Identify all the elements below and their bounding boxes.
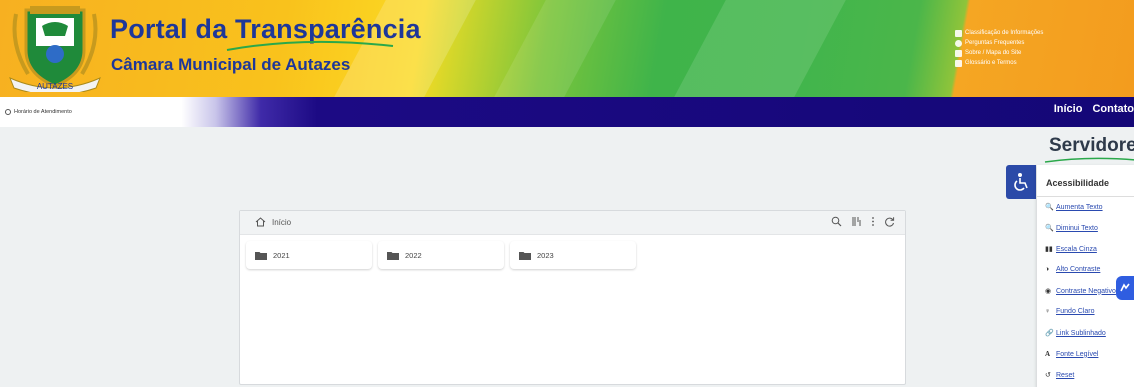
- question-icon: [955, 39, 962, 47]
- reset-icon: ↺: [1045, 372, 1051, 379]
- top-link-classificacao[interactable]: Classificação de Informações: [955, 28, 1043, 38]
- main-navbar: [0, 97, 1134, 127]
- logo-ribbon-text: AUTAZES: [37, 82, 73, 91]
- top-link-perguntas[interactable]: Perguntas Frequentes: [955, 38, 1043, 48]
- folder-2022[interactable]: 2022: [378, 241, 504, 269]
- zoom-in-icon: 🔍: [1045, 204, 1054, 211]
- nav-link-contato[interactable]: Contato: [1092, 103, 1134, 115]
- acc-decrease-text[interactable]: 🔍 Diminui Texto: [1045, 224, 1098, 233]
- acc-increase-text[interactable]: 🔍 Aumenta Texto: [1045, 203, 1103, 212]
- clock-icon: [5, 109, 11, 115]
- site-header: AUTAZES Portal da Transparência Câmara M…: [0, 0, 1134, 97]
- breadcrumb-home-label: Início: [272, 217, 292, 227]
- acc-underline-links[interactable]: 🔗 Link Sublinhado: [1045, 329, 1106, 338]
- folder-icon: [255, 251, 267, 260]
- contrast-icon: ◑: [1045, 266, 1050, 273]
- municipal-coat-of-arms-logo[interactable]: AUTAZES: [6, 4, 104, 92]
- accessibility-title: Acessibilidade: [1046, 178, 1110, 188]
- home-icon: [255, 217, 266, 227]
- acc-reset[interactable]: ↺ Reset: [1045, 371, 1074, 380]
- top-link-glossario[interactable]: Glossário e Termos: [955, 58, 1043, 68]
- zoom-out-icon: 🔍: [1045, 225, 1054, 232]
- top-link-mapa[interactable]: Sobre / Mapa do Site: [955, 48, 1043, 58]
- book-icon: [955, 59, 962, 67]
- file-browser-tools: [831, 216, 895, 227]
- map-icon: [955, 49, 962, 57]
- folder-label: 2023: [537, 250, 554, 260]
- wheelchair-icon: [1014, 173, 1028, 191]
- eye-icon: ◉: [1045, 288, 1052, 295]
- file-browser-toolbar: Início: [240, 211, 905, 235]
- header-quick-links: Classificação de Informações Perguntas F…: [955, 28, 1043, 68]
- sort-icon[interactable]: [851, 216, 862, 227]
- accessibility-divider: [1037, 196, 1134, 197]
- opening-hours-link[interactable]: Horário de Atendimento: [5, 109, 72, 115]
- acc-high-contrast[interactable]: ◑ Alto Contraste: [1045, 266, 1100, 273]
- acc-readable-font[interactable]: A Fonte Legível: [1045, 350, 1098, 358]
- folder-icon: [387, 251, 399, 260]
- nav-links: Início Contato: [1054, 103, 1134, 115]
- info-icon: [955, 29, 962, 37]
- folder-2023[interactable]: 2023: [510, 241, 636, 269]
- portal-subtitle: Câmara Municipal de Autazes: [111, 55, 351, 74]
- more-options-icon[interactable]: [871, 216, 875, 227]
- link-icon: 🔗: [1045, 330, 1054, 337]
- acc-grayscale[interactable]: ▮▮ Escala Cinza: [1045, 245, 1097, 254]
- folder-icon: [519, 251, 531, 260]
- grayscale-icon: ▮▮: [1045, 246, 1053, 253]
- folder-label: 2021: [273, 250, 290, 260]
- search-icon[interactable]: [831, 216, 842, 227]
- opening-hours-label: Horário de Atendimento: [14, 109, 72, 115]
- accessibility-toggle-button[interactable]: [1006, 165, 1036, 199]
- title-underline-decoration: [1044, 157, 1134, 163]
- font-icon: A: [1045, 350, 1051, 358]
- folder-label: 2022: [405, 250, 422, 260]
- folder-2021[interactable]: 2021: [246, 241, 372, 269]
- file-browser: Início 2021 2022 2023: [239, 210, 906, 385]
- vlibras-sign-language-button[interactable]: [1116, 276, 1134, 300]
- title-swoosh-decoration: [226, 40, 394, 51]
- refresh-icon[interactable]: [884, 216, 895, 227]
- acc-negative-contrast[interactable]: ◉ Contraste Negativo: [1045, 287, 1116, 296]
- lightbulb-icon: ♀: [1045, 308, 1051, 315]
- page-title: Servidores: [1049, 135, 1134, 156]
- hands-icon: [1120, 283, 1130, 292]
- breadcrumb[interactable]: Início: [255, 217, 291, 227]
- acc-light-background[interactable]: ♀ Fundo Claro: [1045, 308, 1095, 315]
- nav-link-inicio[interactable]: Início: [1054, 103, 1083, 115]
